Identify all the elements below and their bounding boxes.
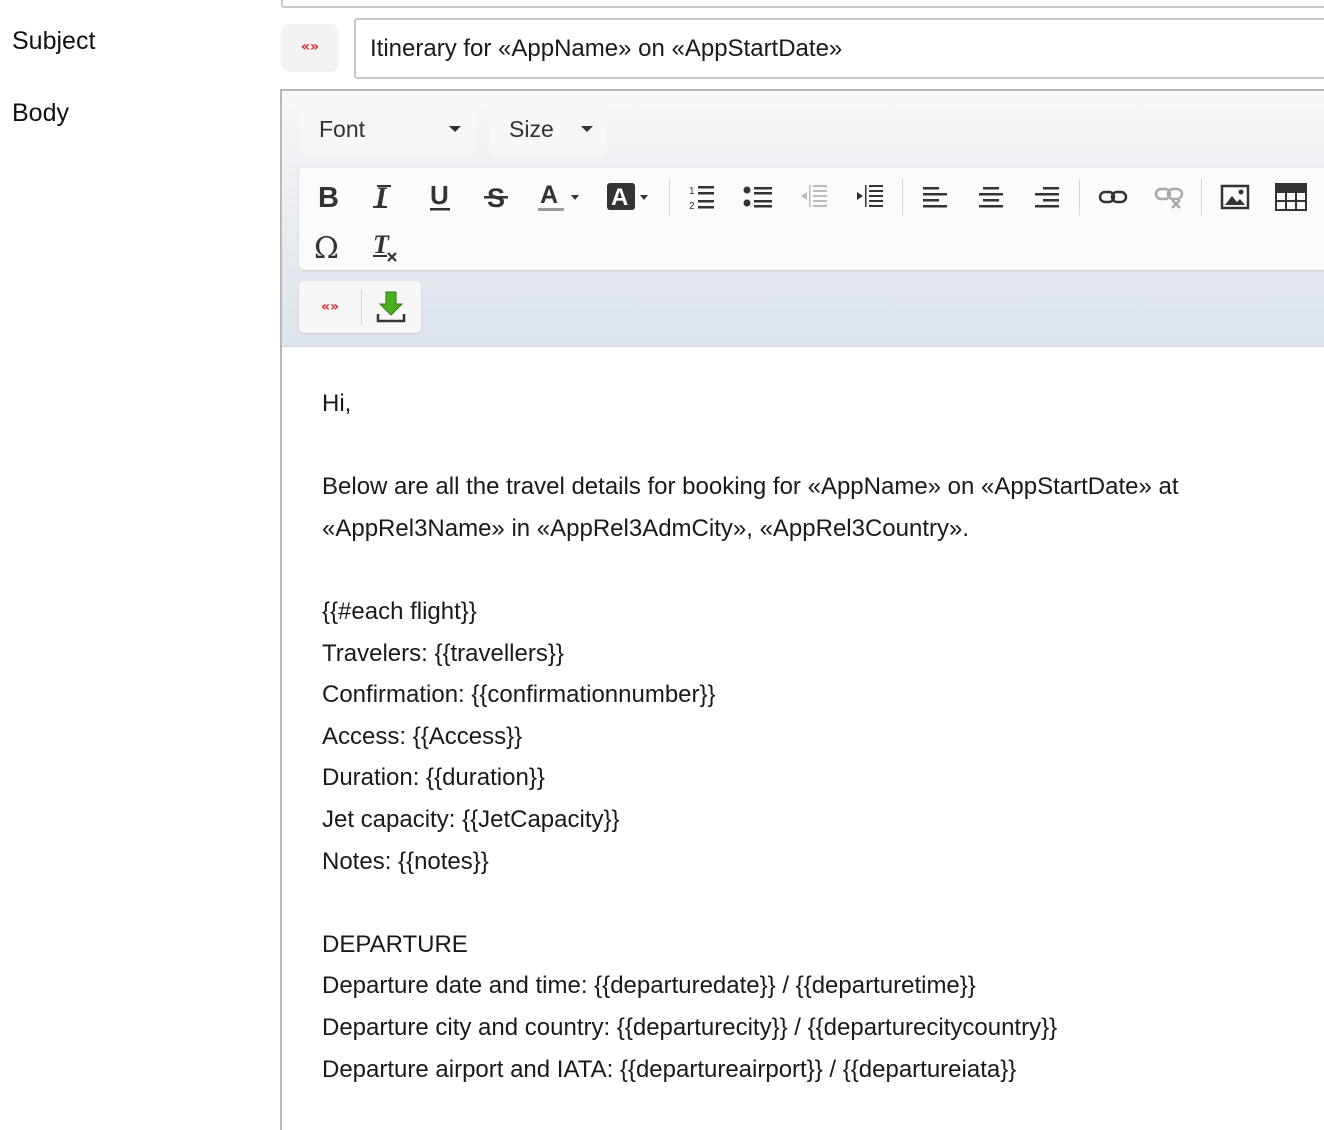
svg-text:A: A <box>540 181 558 209</box>
svg-text:A: A <box>611 184 628 211</box>
unlink-icon <box>1154 187 1184 209</box>
table-button[interactable] <box>1269 175 1313 219</box>
increase-indent-icon <box>857 185 883 207</box>
align-center-icon <box>979 187 1003 208</box>
svg-text:1: 1 <box>689 186 695 197</box>
merge-field-icon: «» <box>300 39 320 55</box>
background-color-icon: A <box>607 183 648 211</box>
svg-text:B: B <box>318 182 339 212</box>
link-button[interactable] <box>1091 175 1135 219</box>
toolbar-separator <box>1201 179 1202 215</box>
body-line: «AppRel3Name» in «AppRel3AdmCity», «AppR… <box>322 514 970 542</box>
body-line: Notes: {{notes}} <box>322 847 489 875</box>
align-center-button[interactable] <box>969 175 1013 219</box>
svg-text:2: 2 <box>689 201 695 211</box>
body-line: Confirmation: {{confirmationnumber}} <box>322 681 716 709</box>
image-icon <box>1220 184 1250 210</box>
strikethrough-icon: S <box>484 183 508 213</box>
align-left-icon <box>923 187 947 208</box>
bulleted-list-button[interactable] <box>736 175 780 219</box>
strikethrough-button[interactable]: S <box>474 175 518 219</box>
formatting-button-group: B I U S A A 12 Ω T <box>299 168 1324 270</box>
body-line: Duration: {{duration}} <box>322 764 545 792</box>
link-icon <box>1098 190 1128 204</box>
svg-text:U: U <box>430 181 449 210</box>
align-right-icon <box>1035 187 1059 208</box>
align-left-button[interactable] <box>913 175 957 219</box>
numbered-list-icon: 12 <box>689 186 714 211</box>
body-label: Body <box>12 99 69 127</box>
body-line: Jet capacity: {{JetCapacity}} <box>322 805 620 833</box>
font-dropdown[interactable]: Font <box>299 104 475 155</box>
toolbar-separator <box>902 179 903 215</box>
download-icon <box>376 291 406 323</box>
body-line: Departure date and time: {{departuredate… <box>322 972 976 1000</box>
font-dropdown-label: Font <box>319 116 366 142</box>
subject-input[interactable] <box>354 18 1324 79</box>
empty-line <box>322 882 1322 924</box>
numbered-list-button[interactable]: 12 <box>680 175 724 219</box>
toolbar-separator <box>669 179 670 215</box>
rich-text-editor: Font Size B I U S A A 1 2 Ω T «» Hi, Bel… <box>280 89 1324 1130</box>
body-line: Travelers: {{travellers}} <box>322 639 564 667</box>
bulleted-list-icon <box>743 186 772 208</box>
insert-merge-field-button[interactable]: «» <box>282 24 338 70</box>
insert-merge-field-toolbar-button[interactable]: «» <box>308 285 352 329</box>
increase-indent-button[interactable] <box>848 175 892 219</box>
bold-icon: B <box>318 182 339 212</box>
svg-text:T: T <box>373 231 390 259</box>
special-character-button[interactable]: Ω <box>306 225 350 269</box>
empty-line <box>322 425 1322 467</box>
body-line: {{#each flight}} <box>322 597 477 625</box>
decrease-indent-button[interactable] <box>792 175 836 219</box>
size-dropdown-label: Size <box>509 116 554 142</box>
remove-format-icon: T <box>373 231 397 262</box>
remove-format-button[interactable]: T <box>362 225 406 269</box>
unlink-button[interactable] <box>1147 175 1191 219</box>
body-line: Access: {{Access}} <box>322 722 523 750</box>
editor-toolbar: Font Size B I U S A A 1 2 Ω T «» <box>282 91 1324 347</box>
toolbar-separator <box>361 289 362 325</box>
italic-icon: I <box>373 182 391 212</box>
omega-icon: Ω <box>314 232 339 262</box>
svg-text:Ω: Ω <box>314 232 339 262</box>
underline-button[interactable]: U <box>418 175 462 219</box>
decrease-indent-icon <box>801 185 827 207</box>
text-color-icon: A <box>538 181 579 211</box>
body-line: DEPARTURE <box>322 930 468 958</box>
bold-button[interactable]: B <box>306 175 350 219</box>
chevron-down-icon <box>449 126 461 132</box>
chevron-down-icon <box>581 126 593 132</box>
table-icon <box>1275 183 1307 211</box>
editor-body-content[interactable]: Hi, Below are all the travel details for … <box>322 383 1322 1090</box>
toolbar-separator <box>1079 179 1080 215</box>
body-line: Departure city and country: {{departurec… <box>322 1013 1058 1041</box>
image-button[interactable] <box>1213 175 1257 219</box>
body-line: Hi, <box>322 390 352 417</box>
underline-icon: U <box>430 181 450 211</box>
download-button[interactable] <box>369 285 413 329</box>
body-line: Below are all the travel details for boo… <box>322 473 1179 501</box>
merge-field-icon: «» <box>320 299 340 315</box>
background-color-button[interactable]: A <box>600 175 654 219</box>
subject-label: Subject <box>12 27 96 55</box>
empty-line <box>322 549 1322 591</box>
size-dropdown[interactable]: Size <box>489 104 607 155</box>
italic-button[interactable]: I <box>362 175 406 219</box>
body-line: Departure airport and IATA: {{departurea… <box>322 1055 1017 1083</box>
previous-field-edge <box>281 0 1324 8</box>
align-right-button[interactable] <box>1025 175 1069 219</box>
merge-button-group: «» <box>299 281 421 333</box>
text-color-button[interactable]: A <box>532 175 586 219</box>
